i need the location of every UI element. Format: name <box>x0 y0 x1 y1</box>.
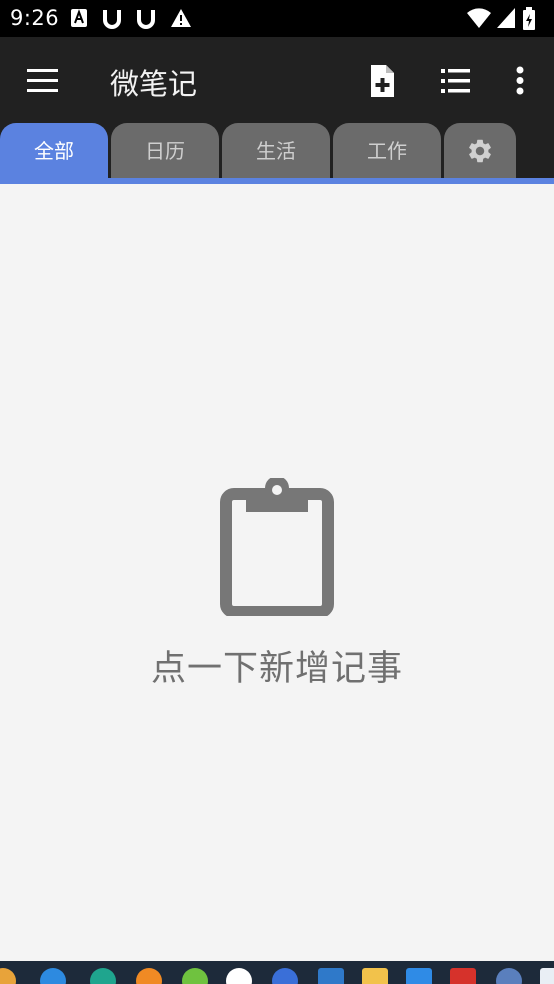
more-options-button[interactable] <box>500 61 540 101</box>
status-system-icons <box>466 7 546 31</box>
notification-u-icon <box>103 10 121 29</box>
tab-bar: 全部 日历 生活 工作 <box>0 123 554 180</box>
edge-icon[interactable] <box>90 968 116 984</box>
add-note-icon <box>371 65 394 97</box>
app-icon[interactable] <box>0 968 16 984</box>
add-note-button[interactable] <box>362 61 402 101</box>
tab-calendar[interactable]: 日历 <box>111 123 219 180</box>
app-icon[interactable] <box>182 968 208 984</box>
app-icon[interactable] <box>272 968 298 984</box>
menu-icon <box>27 69 58 92</box>
app-icon[interactable] <box>496 968 522 984</box>
list-view-button[interactable] <box>436 61 476 101</box>
app-icon[interactable] <box>136 968 162 984</box>
warning-icon <box>171 9 191 27</box>
app-bar: 微笔记 <box>0 37 554 123</box>
status-time: 9:26 <box>10 6 60 30</box>
empty-state-message[interactable]: 点一下新增记事 <box>0 640 554 691</box>
empty-state-button[interactable] <box>220 476 334 618</box>
tab-all[interactable]: 全部 <box>0 123 108 180</box>
app-icon[interactable] <box>540 968 554 984</box>
notification-a-icon <box>71 9 87 27</box>
more-vert-icon <box>516 66 524 95</box>
tab-label: 生活 <box>256 139 296 163</box>
notes-list-area[interactable]: 点一下新增记事 <box>0 184 554 961</box>
app-icon[interactable] <box>406 968 432 984</box>
signal-icon <box>497 8 515 28</box>
tab-work[interactable]: 工作 <box>333 123 441 180</box>
app-icon[interactable] <box>226 968 252 984</box>
notification-u-icon <box>137 10 155 29</box>
battery-icon <box>523 7 535 30</box>
app-title: 微笔记 <box>110 67 198 101</box>
menu-button[interactable] <box>20 61 64 99</box>
tab-label: 日历 <box>145 139 185 163</box>
tab-settings[interactable] <box>444 123 516 180</box>
status-bar: 9:26 <box>0 0 554 37</box>
app-icon[interactable] <box>318 968 344 984</box>
tab-label: 工作 <box>367 139 407 163</box>
list-icon <box>441 69 470 93</box>
clipboard-icon <box>220 476 334 618</box>
ie-icon[interactable] <box>40 968 66 984</box>
folder-icon[interactable] <box>362 968 388 984</box>
tab-label: 全部 <box>34 139 74 163</box>
wifi-icon <box>467 8 491 28</box>
tab-life[interactable]: 生活 <box>222 123 330 180</box>
app-icon[interactable] <box>450 968 476 984</box>
gear-icon <box>469 139 491 163</box>
host-taskbar <box>0 961 554 984</box>
